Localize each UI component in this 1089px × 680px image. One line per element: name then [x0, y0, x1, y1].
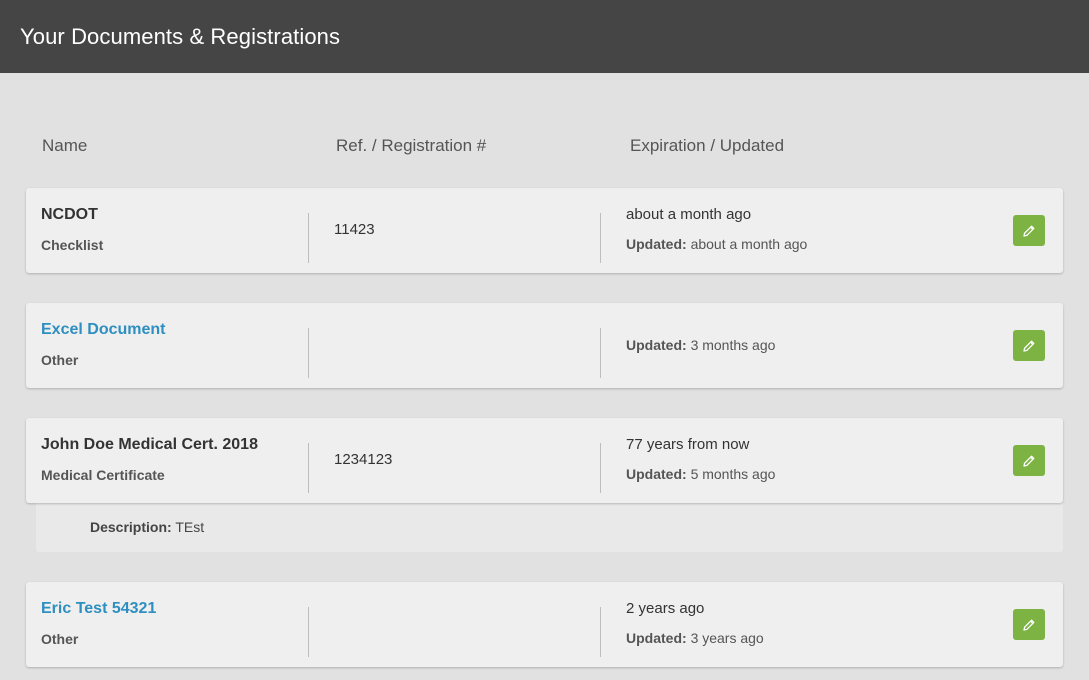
updated-label: Updated:: [626, 236, 687, 252]
document-type: Other: [41, 631, 79, 647]
column-divider: [600, 607, 601, 657]
document-title-link[interactable]: Excel Document: [41, 321, 165, 339]
document-updated: Updated: 5 months ago: [626, 466, 775, 482]
column-divider: [600, 328, 601, 378]
updated-value: 3 months ago: [690, 337, 776, 353]
edit-button[interactable]: [1013, 445, 1045, 476]
document-description: Description: TEst: [90, 519, 204, 535]
document-type: Other: [41, 352, 79, 368]
column-divider: [308, 443, 309, 493]
edit-button[interactable]: [1013, 215, 1045, 246]
document-card: John Doe Medical Cert. 2018 Medical Cert…: [26, 418, 1063, 503]
description-value: TEst: [175, 519, 205, 535]
document-updated: Updated: 3 years ago: [626, 630, 764, 646]
column-divider: [600, 213, 601, 263]
updated-value: 5 months ago: [690, 466, 776, 482]
document-ref: 11423: [334, 221, 375, 238]
updated-value: 3 years ago: [690, 630, 764, 646]
pencil-icon: [1023, 619, 1035, 631]
column-header-ref: Ref. / Registration #: [336, 136, 487, 155]
document-expiration: 2 years ago: [626, 600, 705, 617]
pencil-icon: [1023, 225, 1035, 237]
column-headers: Name Ref. / Registration # Expiration / …: [0, 73, 1089, 188]
description-label: Description:: [90, 519, 172, 535]
column-divider: [308, 607, 309, 657]
document-title-link[interactable]: Eric Test 54321: [41, 600, 156, 618]
pencil-icon: [1023, 455, 1035, 467]
document-updated: Updated: 3 months ago: [626, 337, 775, 353]
document-card: Excel Document Other Updated: 3 months a…: [26, 303, 1063, 388]
column-header-name: Name: [42, 136, 88, 155]
column-header-expiration: Expiration / Updated: [630, 136, 785, 155]
description-panel: Description: TEst: [36, 503, 1063, 552]
page-title: Your Documents & Registrations: [20, 23, 341, 49]
document-expiration: about a month ago: [626, 206, 752, 223]
column-divider: [308, 213, 309, 263]
column-divider: [600, 443, 601, 493]
updated-label: Updated:: [626, 337, 687, 353]
document-card: Eric Test 54321 Other 2 years ago Update…: [26, 582, 1063, 667]
document-type: Checklist: [41, 237, 104, 253]
document-ref: 1234123: [334, 451, 393, 468]
document-card: NCDOT Checklist 11423 about a month ago …: [26, 188, 1063, 273]
edit-button[interactable]: [1013, 330, 1045, 361]
pencil-icon: [1023, 340, 1035, 352]
document-title: John Doe Medical Cert. 2018: [41, 436, 258, 453]
updated-value: about a month ago: [690, 236, 808, 252]
document-type: Medical Certificate: [41, 467, 165, 483]
updated-label: Updated:: [626, 630, 687, 646]
edit-button[interactable]: [1013, 609, 1045, 640]
document-updated: Updated: about a month ago: [626, 236, 807, 252]
column-divider: [308, 328, 309, 378]
document-title: NCDOT: [41, 206, 98, 223]
document-expiration: 77 years from now: [626, 436, 750, 453]
updated-label: Updated:: [626, 466, 687, 482]
page-header: Your Documents & Registrations: [0, 0, 1089, 73]
